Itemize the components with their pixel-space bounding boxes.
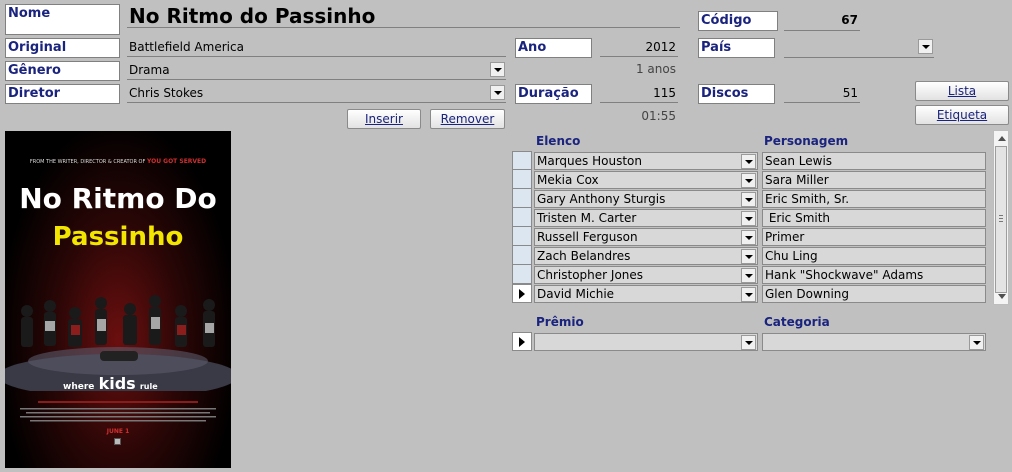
duracao-label: Duração bbox=[515, 84, 592, 104]
duracao-field[interactable]: 115 bbox=[600, 84, 678, 103]
cast-actor-dropdown[interactable]: Mekia Cox bbox=[534, 171, 758, 189]
cast-row-selector[interactable] bbox=[512, 170, 532, 189]
scroll-down-icon[interactable] bbox=[998, 294, 1006, 299]
genero-label: Gênero bbox=[5, 61, 120, 81]
cast-row-selector[interactable] bbox=[512, 189, 532, 208]
poster-title-line2: Passinho bbox=[52, 222, 184, 252]
chevron-down-icon[interactable] bbox=[741, 211, 756, 226]
nome-field[interactable]: No Ritmo do Passinho bbox=[127, 4, 680, 28]
ano-label: Ano bbox=[515, 38, 592, 58]
cast-role-field[interactable]: Hank "Shockwave" Adams bbox=[762, 266, 986, 284]
cast-actor-name: Gary Anthony Sturgis bbox=[537, 192, 666, 206]
cast-actor-name: Mekia Cox bbox=[537, 173, 599, 187]
cast-actor-name: Zach Belandres bbox=[537, 249, 631, 263]
genero-dropdown[interactable]: Drama bbox=[127, 61, 506, 80]
cast-role-field[interactable]: Eric Smith, Sr. bbox=[762, 190, 986, 208]
cast-row-selector[interactable] bbox=[512, 227, 532, 246]
diretor-label: Diretor bbox=[5, 84, 120, 104]
cast-actor-dropdown[interactable]: Zach Belandres bbox=[534, 247, 758, 265]
cast-role-field[interactable]: Eric Smith bbox=[762, 209, 986, 227]
codigo-field[interactable]: 67 bbox=[784, 11, 860, 31]
chevron-down-icon[interactable] bbox=[741, 287, 756, 302]
remover-button[interactable]: Remover bbox=[430, 109, 505, 129]
cast-row-selector[interactable] bbox=[512, 265, 532, 284]
premio-dropdown[interactable] bbox=[534, 333, 758, 351]
duracao-time: 01:55 bbox=[641, 109, 676, 123]
cast-actor-dropdown[interactable]: Gary Anthony Sturgis bbox=[534, 190, 758, 208]
discos-label: Discos bbox=[698, 84, 775, 104]
pais-label: País bbox=[698, 38, 775, 58]
cast-scrollbar[interactable] bbox=[993, 130, 1009, 305]
codigo-label: Código bbox=[698, 11, 778, 31]
cast-actor-name: Russell Ferguson bbox=[537, 230, 638, 244]
chevron-down-icon[interactable] bbox=[741, 192, 756, 207]
poster-brand: YOU GOT SERVED bbox=[146, 158, 207, 165]
cast-row-selector[interactable] bbox=[512, 151, 532, 170]
categoria-dropdown[interactable] bbox=[762, 333, 986, 351]
diretor-value: Chris Stokes bbox=[129, 86, 204, 100]
cast-row-selector[interactable] bbox=[512, 246, 532, 265]
scroll-thumb[interactable] bbox=[995, 146, 1007, 293]
cast-role-field[interactable]: Glen Downing bbox=[762, 285, 986, 303]
categoria-header: Categoria bbox=[764, 315, 830, 329]
premio-header: Prêmio bbox=[536, 315, 584, 329]
cast-row-selector[interactable] bbox=[512, 208, 532, 227]
cast-actor-name: Tristen M. Carter bbox=[537, 211, 637, 225]
etiqueta-button[interactable]: Etiqueta bbox=[915, 105, 1009, 125]
cast-row-selector[interactable] bbox=[512, 284, 532, 303]
chevron-down-icon[interactable] bbox=[490, 85, 505, 100]
pais-dropdown[interactable] bbox=[784, 38, 934, 58]
chevron-down-icon[interactable] bbox=[969, 335, 984, 350]
cast-actor-name: Christopher Jones bbox=[537, 268, 644, 282]
chevron-down-icon[interactable] bbox=[741, 249, 756, 264]
original-field[interactable]: Battlefield America bbox=[127, 38, 506, 57]
cast-actor-dropdown[interactable]: David Michie bbox=[534, 285, 758, 303]
inserir-button[interactable]: Inserir bbox=[347, 109, 421, 129]
rating-icon bbox=[114, 438, 121, 445]
chevron-down-icon[interactable] bbox=[741, 230, 756, 245]
poster-release-date: JUNE 1 bbox=[106, 428, 130, 435]
cast-role-field[interactable]: Sara Miller bbox=[762, 171, 986, 189]
chevron-down-icon[interactable] bbox=[490, 62, 505, 77]
lista-button[interactable]: Lista bbox=[915, 81, 1009, 101]
cast-actor-name: Marques Houston bbox=[537, 154, 642, 168]
idade-value: 1 anos bbox=[635, 62, 676, 76]
award-row-selector[interactable] bbox=[512, 332, 532, 351]
personagem-header: Personagem bbox=[764, 134, 849, 148]
chevron-down-icon[interactable] bbox=[918, 39, 933, 54]
cast-role-field[interactable]: Primer bbox=[762, 228, 986, 246]
cast-actor-name: David Michie bbox=[537, 287, 615, 301]
cast-actor-dropdown[interactable]: Christopher Jones bbox=[534, 266, 758, 284]
nome-label: Nome bbox=[5, 4, 120, 35]
poster-credits-image bbox=[20, 401, 216, 422]
movie-poster: FROM THE WRITER, DIRECTOR & CREATOR OF Y… bbox=[5, 131, 231, 468]
chevron-down-icon[interactable] bbox=[741, 154, 756, 169]
original-label: Original bbox=[5, 38, 120, 58]
cast-role-field[interactable]: Sean Lewis bbox=[762, 152, 986, 170]
chevron-down-icon[interactable] bbox=[741, 268, 756, 283]
ano-field[interactable]: 2012 bbox=[600, 38, 678, 57]
chevron-down-icon[interactable] bbox=[741, 173, 756, 188]
cast-actor-dropdown[interactable]: Marques Houston bbox=[534, 152, 758, 170]
cast-role-field[interactable]: Chu Ling bbox=[762, 247, 986, 265]
poster-title-line1: No Ritmo Do bbox=[19, 182, 217, 215]
poster-slogan: where kids rule bbox=[63, 374, 158, 393]
poster-tagline: FROM THE WRITER, DIRECTOR & CREATOR OF Y… bbox=[29, 158, 207, 165]
elenco-header: Elenco bbox=[536, 134, 581, 148]
scroll-up-icon[interactable] bbox=[998, 136, 1006, 141]
chevron-down-icon[interactable] bbox=[741, 335, 756, 350]
cast-actor-dropdown[interactable]: Russell Ferguson bbox=[534, 228, 758, 246]
diretor-dropdown[interactable]: Chris Stokes bbox=[127, 84, 506, 103]
discos-field[interactable]: 51 bbox=[784, 84, 860, 103]
cast-actor-dropdown[interactable]: Tristen M. Carter bbox=[534, 209, 758, 227]
genero-value: Drama bbox=[129, 63, 170, 77]
